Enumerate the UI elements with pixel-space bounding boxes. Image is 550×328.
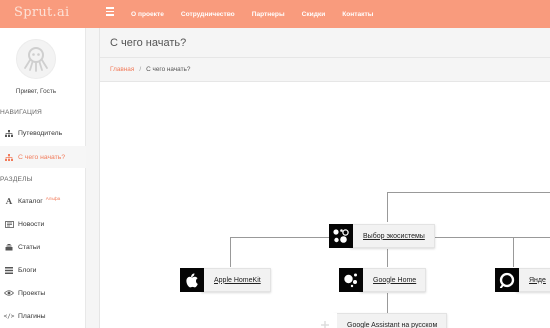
breadcrumb-separator: / — [139, 66, 142, 73]
hamburger-menu-icon[interactable] — [106, 7, 114, 16]
sidebar-item-label: Блоги — [18, 266, 37, 274]
sidebar-item-label: Плагины — [18, 312, 46, 320]
eye-icon — [2, 290, 16, 296]
sitemap-icon — [2, 153, 16, 161]
sidebar-item-guide[interactable]: Путеводитель — [0, 122, 86, 144]
sidebar-item-articles[interactable]: Статьи — [0, 236, 86, 258]
diagram-node-apple-homekit[interactable]: Apple HomeKit — [180, 267, 271, 293]
connector-line — [387, 293, 388, 313]
ecosystem-icon — [329, 224, 353, 248]
font-icon: A — [5, 196, 13, 206]
breadcrumb-home-link[interactable]: Главная — [110, 66, 134, 73]
sidebar-item-label: С чего начать? — [18, 153, 66, 161]
user-greeting: Привет, Гость — [15, 88, 57, 95]
list-icon — [2, 266, 16, 274]
node-label[interactable]: Google Home — [360, 268, 427, 292]
section-title-navigation: НАВИГАЦИЯ — [0, 109, 43, 116]
sidebar-item-news[interactable]: Новости — [0, 213, 86, 235]
node-label[interactable]: Янде — [516, 268, 550, 292]
connector-line — [513, 237, 514, 267]
connector-line — [387, 249, 388, 267]
section-title-sections: РАЗДЕЛЫ — [0, 176, 33, 183]
google-assistant-icon — [313, 313, 337, 328]
octopus-icon — [24, 47, 48, 72]
page-header: С чего начать? — [100, 28, 550, 58]
topnav-link-partners[interactable]: Партнеры — [252, 11, 285, 18]
connector-line — [230, 237, 231, 267]
avatar[interactable] — [16, 39, 56, 79]
sitemap-icon — [2, 129, 16, 137]
sidebar: Привет, Гость НАВИГАЦИЯ Путеводитель С ч… — [0, 28, 86, 328]
node-label[interactable]: Google Assistant на русском — [334, 313, 448, 328]
sidebar-item-label: Статьи — [18, 243, 41, 251]
breadcrumb-current: С чего начать? — [146, 66, 191, 73]
breadcrumb: Главная / С чего начать? — [100, 58, 550, 82]
node-label[interactable]: Apple HomeKit — [201, 268, 271, 292]
sidebar-item-label: Каталог — [18, 197, 43, 205]
topnav-link-cooperation[interactable]: Сотрудничество — [181, 11, 235, 18]
sidebar-item-getting-started[interactable]: С чего начать? — [0, 146, 86, 168]
code-icon: </> — [3, 312, 15, 320]
alice-icon — [495, 268, 519, 292]
diagram-node-yandex[interactable]: Янде — [495, 267, 550, 293]
connector-line — [387, 192, 550, 193]
diagram-node-google-assistant[interactable]: Google Assistant на русском — [313, 312, 448, 328]
google-home-icon — [339, 268, 363, 292]
top-menu: О проекте Сотрудничество Партнеры Скидки… — [131, 0, 390, 28]
topnav-link-contacts[interactable]: Контакты — [342, 11, 373, 18]
topnav-link-about[interactable]: О проекте — [131, 11, 164, 18]
sidebar-item-catalog[interactable]: A Каталог Альфа — [0, 190, 86, 212]
sidebar-item-projects[interactable]: Проекты — [0, 282, 86, 304]
sidebar-item-label: Проекты — [18, 289, 46, 297]
apple-icon — [180, 268, 204, 292]
site-logo[interactable]: Sprut.ai — [14, 5, 69, 20]
ecosystem-tree-diagram: Выбор экосистемы Apple HomeKit Google Ho… — [100, 82, 550, 328]
page-title: С чего начать? — [110, 37, 187, 49]
sidebar-item-label: Путеводитель — [18, 129, 63, 137]
top-navbar: Sprut.ai О проекте Сотрудничество Партне… — [0, 0, 550, 28]
topnav-link-discounts[interactable]: Скидки — [302, 11, 326, 18]
newspaper-icon — [2, 220, 16, 228]
sidebar-collapse-strip — [86, 28, 100, 328]
sidebar-item-blogs[interactable]: Блоги — [0, 259, 86, 281]
stack-icon — [2, 243, 16, 251]
sidebar-item-label: Новости — [18, 220, 45, 228]
sidebar-item-plugins[interactable]: </> Плагины — [0, 305, 86, 327]
connector-line — [387, 192, 388, 222]
diagram-node-choose-ecosystem[interactable]: Выбор экосистемы — [329, 223, 435, 249]
alpha-badge: Альфа — [45, 195, 61, 201]
node-label[interactable]: Выбор экосистемы — [350, 224, 435, 248]
diagram-node-google-home[interactable]: Google Home — [339, 267, 427, 293]
